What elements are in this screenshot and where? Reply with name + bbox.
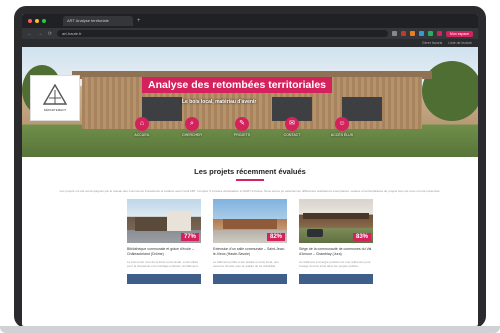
nav-item-label: CONTACT xyxy=(283,133,301,137)
bookmarks-bar: Gérer favoris Liste de lecture xyxy=(22,39,478,47)
page-subtitle: Le bois local, matériau d'avenir xyxy=(182,99,257,105)
project-description: Ce bâtiment à énergie positive est une r… xyxy=(299,260,371,268)
back-icon[interactable]: ← xyxy=(27,31,33,37)
project-title[interactable]: Bibliothèque communale et grâce d'école … xyxy=(127,247,201,257)
site-logo[interactable]: DÉPARTEMENT xyxy=(30,75,80,121)
extension-icon[interactable] xyxy=(409,31,415,36)
score-badge: 83% xyxy=(352,233,371,241)
project-title[interactable]: Siège de la communauté de communes du Va… xyxy=(299,247,373,257)
maximize-window-dot[interactable] xyxy=(42,19,46,23)
project-description: Le bâtiment public a été réalisé en bois… xyxy=(213,260,279,268)
project-cards: 77% Bibliothèque communale et grâce d'éc… xyxy=(22,199,478,268)
section-title: Les projets récemment évalués xyxy=(194,167,306,176)
mail-icon: ✉ xyxy=(285,117,299,131)
new-tab-button[interactable]: + xyxy=(137,18,141,24)
tree-shape xyxy=(422,61,478,121)
more-projects-row xyxy=(22,274,478,284)
nav-item-label: ACCUEIL xyxy=(134,133,150,137)
project-image: 77% xyxy=(127,199,201,243)
project-description: Le bois local, issu de la forêt communal… xyxy=(127,260,199,268)
extension-icon[interactable] xyxy=(436,31,442,36)
project-card-preview[interactable] xyxy=(299,274,373,284)
browser-tab[interactable]: ART Analyse territoriale xyxy=(63,16,133,26)
nav-item-projects[interactable]: ✎ PROJETS xyxy=(222,117,262,137)
hero-banner: DÉPARTEMENT Analyse des retombées territ… xyxy=(22,47,478,157)
browser-tab-strip: ART Analyse territoriale + xyxy=(22,14,478,28)
forward-icon[interactable]: → xyxy=(37,31,43,37)
extension-icon[interactable] xyxy=(418,31,424,36)
logo-icon xyxy=(42,84,68,105)
hero-nav: ⌂ ACCUEIL ⌕ CHERCHER ✎ PROJETS ✉ CONTACT… xyxy=(122,117,362,137)
browser-window: ART Analyse territoriale + ← → ⟳ art-hau… xyxy=(22,14,478,326)
section-intro: Les projets ont été accompagnés par le r… xyxy=(59,188,441,193)
project-card-preview[interactable] xyxy=(127,274,201,284)
user-icon: ☺ xyxy=(335,117,349,131)
laptop-base xyxy=(0,326,500,333)
nav-item-login[interactable]: ☺ ACCÈS ÉLUS xyxy=(322,117,362,137)
nav-item-label: ACCÈS ÉLUS xyxy=(330,133,354,137)
project-card[interactable]: 82% Extension d'un salle communale – Sai… xyxy=(213,199,287,268)
project-card[interactable]: 77% Bibliothèque communale et grâce d'éc… xyxy=(127,199,201,268)
nav-item-label: PROJETS xyxy=(233,133,251,137)
reload-icon[interactable]: ⟳ xyxy=(47,31,53,37)
close-window-dot[interactable] xyxy=(28,19,32,23)
project-card-preview[interactable] xyxy=(213,274,287,284)
project-title[interactable]: Extension d'un salle communale – Saint-J… xyxy=(213,247,287,257)
project-image: 83% xyxy=(299,199,373,243)
nav-item-home[interactable]: ⌂ ACCUEIL xyxy=(122,117,162,137)
project-image: 82% xyxy=(213,199,287,243)
browser-toolbar: ← → ⟳ art-haute.fr Mon espace xyxy=(22,28,478,39)
address-bar[interactable]: art-haute.fr xyxy=(57,30,388,37)
bookmark-link[interactable]: Gérer favoris xyxy=(422,41,442,45)
nav-item-contact[interactable]: ✉ CONTACT xyxy=(272,117,312,137)
extension-icon[interactable] xyxy=(391,31,397,36)
project-card[interactable]: 83% Siège de la communauté de communes d… xyxy=(299,199,373,268)
score-badge: 82% xyxy=(266,233,285,241)
score-badge: 77% xyxy=(180,233,199,241)
account-button[interactable]: Mon espace xyxy=(445,30,473,37)
home-icon: ⌂ xyxy=(135,117,149,131)
page-title: Analyse des retombées territoriales xyxy=(142,77,332,93)
nav-item-search[interactable]: ⌕ CHERCHER xyxy=(172,117,212,137)
edit-icon: ✎ xyxy=(235,117,249,131)
section-divider xyxy=(236,179,264,181)
bookmark-link[interactable]: Liste de lecture xyxy=(448,41,472,45)
extension-icon[interactable] xyxy=(427,31,433,36)
logo-text: DÉPARTEMENT xyxy=(43,108,67,112)
minimize-window-dot[interactable] xyxy=(35,19,39,23)
search-icon: ⌕ xyxy=(185,117,199,131)
nav-item-label: CHERCHER xyxy=(182,133,202,137)
extension-icon[interactable] xyxy=(400,31,406,36)
